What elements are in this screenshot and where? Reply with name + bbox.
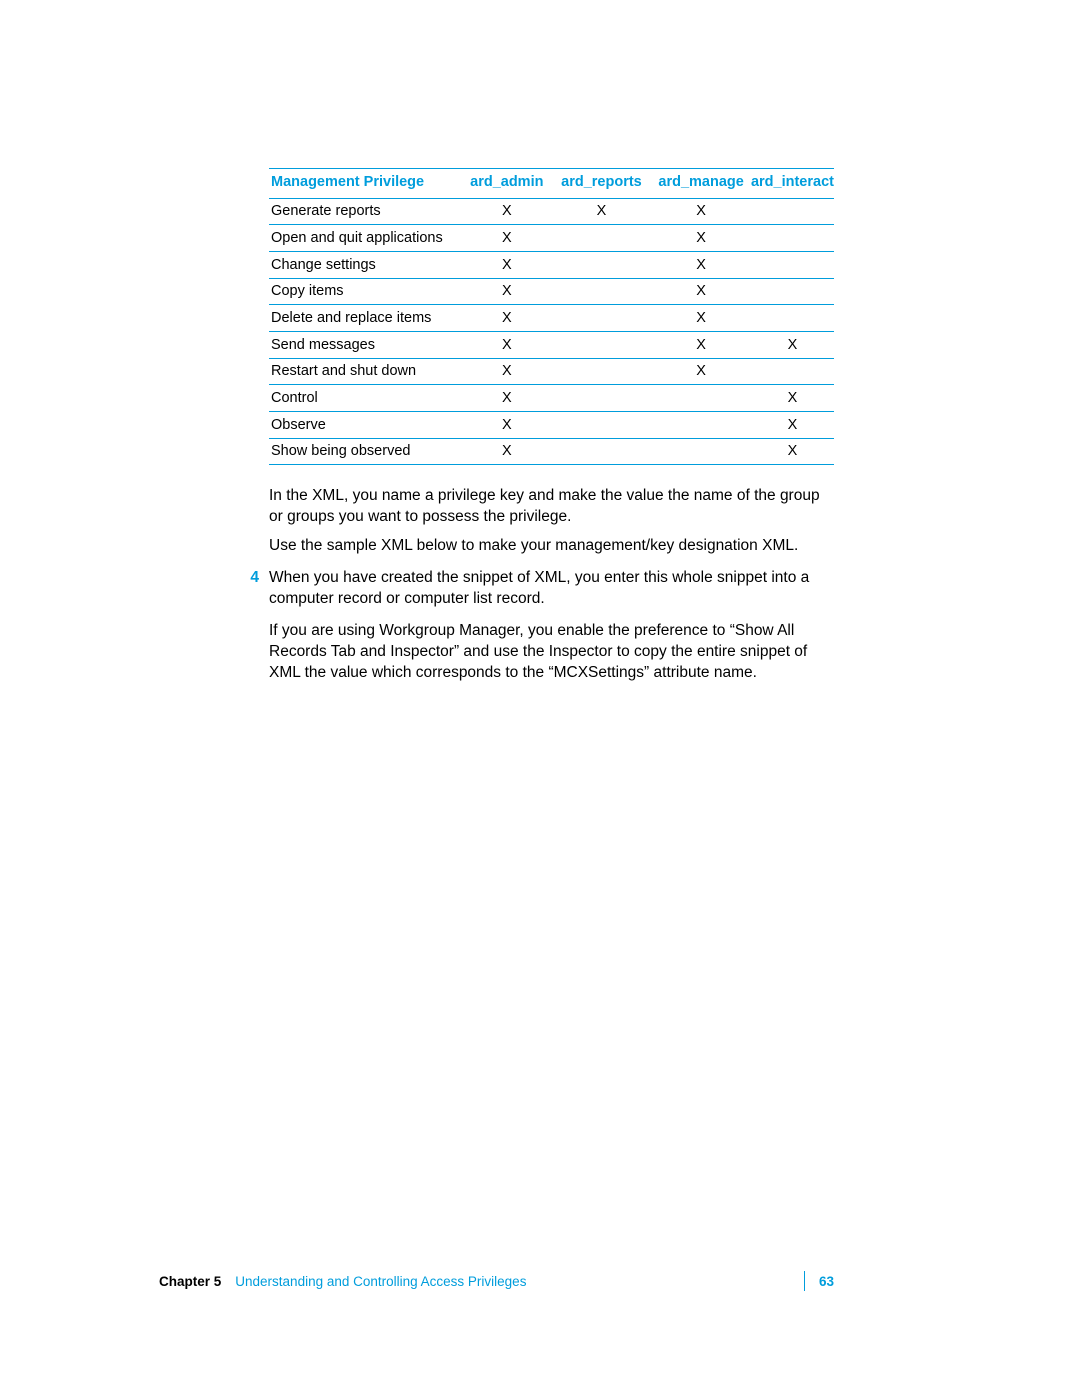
table-row: Send messagesXXX (269, 332, 834, 359)
privilege-cell (751, 278, 834, 305)
privilege-cell (751, 198, 834, 225)
table-row: Copy itemsXX (269, 278, 834, 305)
privilege-cell: X (552, 198, 652, 225)
header-ard-interact: ard_interact (751, 169, 834, 199)
privilege-cell: X (462, 412, 552, 439)
header-ard-admin: ard_admin (462, 169, 552, 199)
privilege-cell: X (651, 305, 751, 332)
privilege-name: Show being observed (269, 438, 462, 465)
table-row: Show being observedXX (269, 438, 834, 465)
privilege-cell: X (462, 252, 552, 279)
table-row: Open and quit applicationsXX (269, 225, 834, 252)
privilege-cell (651, 385, 751, 412)
privilege-name: Observe (269, 412, 462, 439)
privilege-cell: X (462, 385, 552, 412)
privilege-cell (751, 225, 834, 252)
table-row: ObserveXX (269, 412, 834, 439)
privilege-cell: X (462, 332, 552, 359)
privilege-cell: X (751, 438, 834, 465)
privilege-cell (751, 305, 834, 332)
privilege-table: Management Privilege ard_admin ard_repor… (269, 168, 834, 465)
table-row: Generate reportsXXX (269, 198, 834, 225)
privilege-cell (552, 438, 652, 465)
privilege-name: Delete and replace items (269, 305, 462, 332)
privilege-cell: X (651, 332, 751, 359)
privilege-name: Open and quit applications (269, 225, 462, 252)
privilege-name: Send messages (269, 332, 462, 359)
privilege-cell (552, 332, 652, 359)
header-management-privilege: Management Privilege (269, 169, 462, 199)
privilege-cell: X (651, 225, 751, 252)
table-row: Delete and replace itemsXX (269, 305, 834, 332)
privilege-cell: X (751, 332, 834, 359)
privilege-cell (751, 252, 834, 279)
privilege-cell (552, 385, 652, 412)
privilege-cell: X (462, 198, 552, 225)
privilege-cell: X (651, 252, 751, 279)
header-ard-manage: ard_manage (651, 169, 751, 199)
privilege-name: Change settings (269, 252, 462, 279)
chapter-title: Understanding and Controlling Access Pri… (235, 1274, 526, 1289)
privilege-cell (751, 358, 834, 385)
privilege-cell: X (462, 438, 552, 465)
page-footer: Chapter 5 Understanding and Controlling … (159, 1271, 834, 1291)
header-ard-reports: ard_reports (552, 169, 652, 199)
privilege-cell (651, 438, 751, 465)
privilege-cell: X (462, 358, 552, 385)
privilege-cell (552, 412, 652, 439)
privilege-cell: X (651, 358, 751, 385)
table-row: Restart and shut downXX (269, 358, 834, 385)
step-body: When you have created the snippet of XML… (269, 568, 834, 692)
privilege-cell: X (651, 278, 751, 305)
privilege-cell (552, 225, 652, 252)
privilege-cell (552, 305, 652, 332)
paragraph: Use the sample XML below to make your ma… (269, 536, 834, 557)
privilege-cell (552, 278, 652, 305)
page-number: 63 (819, 1274, 834, 1289)
privilege-name: Restart and shut down (269, 358, 462, 385)
privilege-cell (552, 358, 652, 385)
paragraph: If you are using Workgroup Manager, you … (269, 621, 834, 684)
step-number: 4 (239, 568, 259, 692)
privilege-cell (552, 252, 652, 279)
privilege-cell: X (751, 385, 834, 412)
privilege-name: Control (269, 385, 462, 412)
table-row: ControlXX (269, 385, 834, 412)
privilege-cell (651, 412, 751, 439)
footer-rule (804, 1271, 805, 1291)
body-text: In the XML, you name a privilege key and… (269, 486, 834, 691)
privilege-cell: X (751, 412, 834, 439)
privilege-cell: X (651, 198, 751, 225)
privilege-cell: X (462, 225, 552, 252)
privilege-name: Generate reports (269, 198, 462, 225)
numbered-step: 4 When you have created the snippet of X… (269, 568, 834, 692)
page-content: Management Privilege ard_admin ard_repor… (269, 168, 834, 692)
chapter-label: Chapter 5 (159, 1274, 221, 1289)
paragraph: When you have created the snippet of XML… (269, 568, 834, 610)
paragraph: In the XML, you name a privilege key and… (269, 486, 834, 528)
table-header-row: Management Privilege ard_admin ard_repor… (269, 169, 834, 199)
table-row: Change settingsXX (269, 252, 834, 279)
privilege-cell: X (462, 305, 552, 332)
privilege-cell: X (462, 278, 552, 305)
privilege-name: Copy items (269, 278, 462, 305)
